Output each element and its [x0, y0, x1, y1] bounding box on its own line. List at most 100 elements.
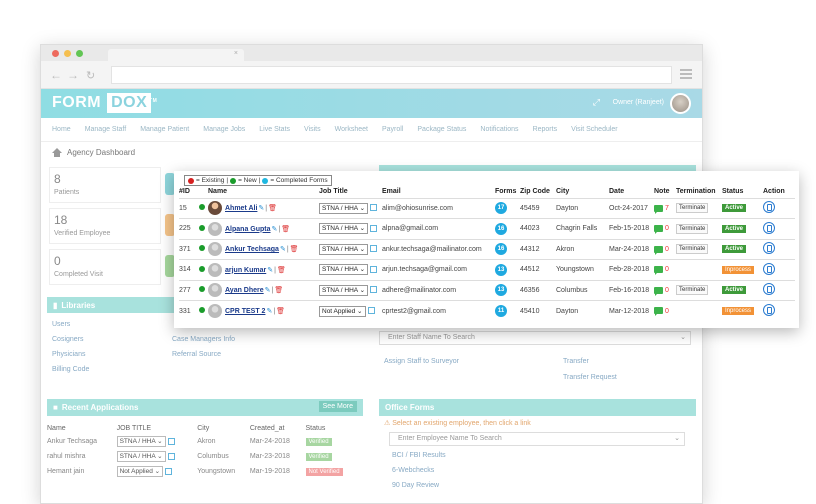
applicant-name-link[interactable]: Ankur Techsaga	[47, 434, 117, 449]
column-header-action[interactable]: Action	[763, 185, 795, 198]
column-header[interactable]: Status	[306, 422, 357, 434]
trash-icon[interactable]: 🗑	[281, 226, 290, 233]
reload-icon[interactable]: ↻	[86, 69, 95, 82]
column-header[interactable]: Created_at	[250, 422, 306, 434]
edit-icon[interactable]: ✎	[265, 287, 271, 294]
menu-item-visit-scheduler[interactable]: Visit Scheduler	[571, 126, 618, 133]
browser-menu-icon[interactable]	[680, 69, 692, 81]
minimize-dot-icon[interactable]	[64, 50, 71, 57]
formdox-logo[interactable]: FORM DOX TM	[52, 93, 157, 113]
menu-item-manage-jobs[interactable]: Manage Jobs	[203, 126, 245, 133]
note-icon[interactable]	[654, 245, 663, 255]
library-link-physicians[interactable]: Physicians	[52, 351, 85, 358]
job-title-select[interactable]: STNA / HHA ⌄	[319, 264, 369, 276]
see-more-button[interactable]: See More	[318, 401, 357, 412]
column-header[interactable]: City	[197, 422, 250, 434]
transfer-link[interactable]: Transfer	[563, 358, 589, 365]
trash-icon[interactable]: 🗑	[274, 287, 283, 294]
trash-icon[interactable]: 🗑	[268, 205, 277, 212]
edit-icon[interactable]: ✎	[280, 246, 286, 253]
external-link-icon[interactable]	[370, 204, 378, 212]
staff-name-link[interactable]: Ayan Dhere	[225, 287, 264, 294]
library-link-cosigners[interactable]: Cosigners	[52, 336, 84, 343]
forms-count-badge[interactable]: 11	[495, 305, 507, 317]
terminate-button[interactable]: Terminate	[676, 244, 709, 255]
home-icon[interactable]	[52, 148, 62, 157]
trash-icon[interactable]: 🗑	[276, 308, 285, 315]
maximize-dot-icon[interactable]	[76, 50, 83, 57]
staff-name-link[interactable]: CPR TEST 2	[225, 308, 265, 315]
library-link-users[interactable]: Users	[52, 321, 70, 328]
forms-count-badge[interactable]: 16	[495, 243, 507, 256]
menu-item-visits[interactable]: Visits	[304, 126, 321, 133]
menu-item-home[interactable]: Home	[52, 126, 71, 133]
applicant-name-link[interactable]: Hemant jain	[47, 464, 117, 479]
library-link-billing-code[interactable]: Billing Code	[52, 366, 89, 373]
trash-icon[interactable]: 🗑	[290, 246, 299, 253]
job-title-select[interactable]: STNA / HHA ⌄	[319, 202, 369, 214]
owner-label[interactable]: Owner (Ranjeet)	[613, 99, 664, 106]
browser-tab[interactable]: ×	[108, 49, 244, 61]
job-title-select[interactable]: STNA / HHA ⌄	[319, 223, 369, 235]
column-header-zip[interactable]: Zip Code	[520, 185, 556, 198]
edit-icon[interactable]: ✎	[266, 308, 272, 315]
terminate-button[interactable]: Terminate	[676, 223, 709, 234]
menu-item-live-stats[interactable]: Live Stats	[259, 126, 290, 133]
menu-item-manage-patient[interactable]: Manage Patient	[140, 126, 189, 133]
terminate-button[interactable]: Terminate	[676, 203, 709, 214]
menu-item-reports[interactable]: Reports	[533, 126, 558, 133]
column-header-id[interactable]: #ID	[179, 185, 199, 198]
forms-count-badge[interactable]: 16	[495, 222, 507, 235]
external-link-icon[interactable]	[367, 307, 375, 315]
column-header-date[interactable]: Date	[609, 185, 654, 198]
library-link-referral-source[interactable]: Referral Source	[172, 351, 221, 358]
stat-card-verified[interactable]: 18 Verified Employee	[49, 208, 161, 244]
edit-icon[interactable]: ✎	[267, 267, 273, 274]
staff-name-link[interactable]: arjun Kumar	[225, 267, 266, 274]
library-link-case-managers[interactable]: Case Managers Info	[172, 336, 235, 343]
note-icon[interactable]	[654, 225, 663, 235]
transfer-request-link[interactable]: Transfer Request	[563, 374, 617, 381]
column-header-forms[interactable]: Forms	[495, 185, 520, 198]
action-icon[interactable]	[763, 262, 775, 275]
address-bar[interactable]	[111, 66, 672, 84]
staff-name-link[interactable]: Ahmet Ali	[225, 205, 257, 212]
employee-search-input[interactable]: Enter Employee Name To Search ⌄	[389, 432, 685, 446]
external-link-icon[interactable]	[370, 224, 378, 232]
menu-item-notifications[interactable]: Notifications	[480, 126, 518, 133]
action-icon[interactable]	[763, 304, 775, 316]
external-link-icon[interactable]	[370, 286, 378, 294]
action-icon[interactable]	[763, 242, 775, 255]
external-link-icon[interactable]	[165, 467, 173, 475]
job-title-select[interactable]: Not Applied ⌄	[319, 305, 366, 317]
menu-item-worksheet[interactable]: Worksheet	[335, 126, 368, 133]
external-link-icon[interactable]	[167, 452, 175, 460]
terminate-button[interactable]: Terminate	[676, 285, 709, 296]
staff-search-input[interactable]: Enter Staff Name To Search ⌄	[379, 331, 691, 345]
menu-item-manage-staff[interactable]: Manage Staff	[85, 126, 127, 133]
action-icon[interactable]	[763, 283, 775, 296]
forward-arrow-icon[interactable]: →	[67, 68, 79, 82]
menu-item-package-status[interactable]: Package Status	[417, 126, 466, 133]
note-icon[interactable]	[654, 307, 663, 317]
edit-icon[interactable]: ✎	[258, 205, 264, 212]
note-icon[interactable]	[654, 204, 663, 214]
note-icon[interactable]	[654, 266, 663, 276]
job-title-select[interactable]: STNA / HHA ⌄	[319, 243, 369, 255]
expand-icon[interactable]: ⤢	[593, 97, 600, 108]
column-header-job-title[interactable]: Job Title	[319, 185, 382, 198]
forms-count-badge[interactable]: 13	[495, 263, 507, 276]
action-icon[interactable]	[763, 201, 775, 214]
applicant-name-link[interactable]: rahul mishra	[47, 449, 117, 464]
column-header-city[interactable]: City	[556, 185, 609, 198]
action-icon[interactable]	[763, 221, 775, 234]
stat-card-patients[interactable]: 8 Patients	[49, 167, 161, 203]
external-link-icon[interactable]	[167, 437, 175, 445]
external-link-icon[interactable]	[370, 245, 378, 253]
edit-icon[interactable]: ✎	[272, 226, 278, 233]
column-header-note[interactable]: Note	[654, 185, 676, 198]
job-title-select[interactable]: Not Applied ⌄	[116, 466, 164, 477]
column-header-name[interactable]: Name	[208, 185, 319, 198]
form-link-bci-fbi[interactable]: BCI / FBI Results	[392, 452, 446, 459]
staff-name-link[interactable]: Ankur Techsaga	[225, 246, 279, 253]
